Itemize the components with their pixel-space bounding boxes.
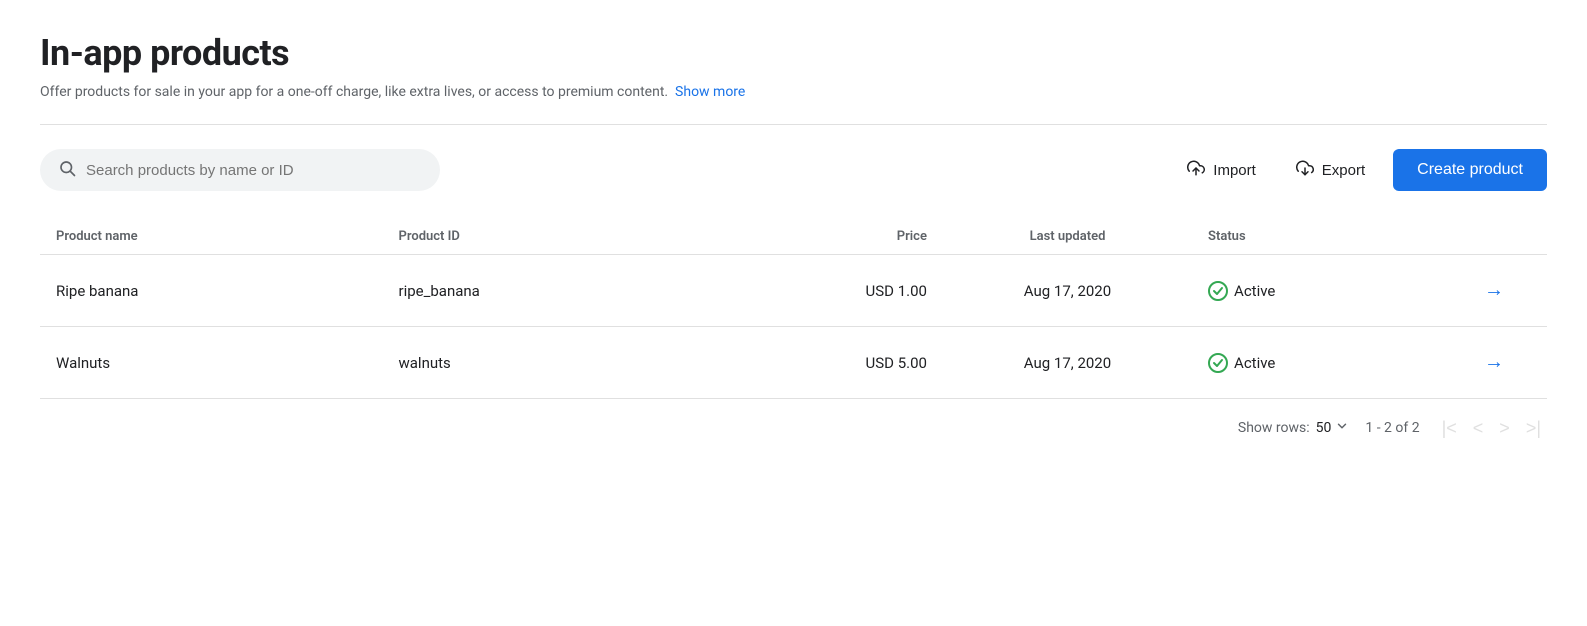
create-product-button[interactable]: Create product xyxy=(1393,149,1547,191)
export-label: Export xyxy=(1322,162,1365,179)
next-page-button[interactable]: > xyxy=(1493,415,1516,441)
last-page-button[interactable]: >| xyxy=(1520,415,1547,441)
search-input[interactable] xyxy=(86,162,422,179)
table-header-row: Product name Product ID Price Last updat… xyxy=(40,219,1547,255)
col-header-status: Status xyxy=(1192,219,1441,255)
toolbar: Import Export Create product xyxy=(40,149,1547,191)
row-arrow-button[interactable]: → xyxy=(1476,275,1512,306)
search-icon xyxy=(58,159,76,181)
product-updated: Aug 17, 2020 xyxy=(943,255,1192,327)
row-action[interactable]: → xyxy=(1441,327,1547,399)
table-footer: Show rows: 50 1 - 2 of 2 |< < > >| xyxy=(40,399,1547,441)
table-row: Walnuts walnuts USD 5.00 Aug 17, 2020 Ac… xyxy=(40,327,1547,399)
arrow-right-icon: → xyxy=(1484,351,1504,373)
prev-page-button[interactable]: < xyxy=(1467,415,1490,441)
show-rows-label: Show rows: xyxy=(1238,420,1310,436)
import-icon xyxy=(1187,159,1205,181)
rows-per-page-select[interactable]: 50 xyxy=(1316,419,1350,437)
section-divider xyxy=(40,124,1547,125)
status-label: Active xyxy=(1234,354,1275,372)
products-table: Product name Product ID Price Last updat… xyxy=(40,219,1547,399)
first-page-button[interactable]: |< xyxy=(1436,415,1463,441)
status-label: Active xyxy=(1234,282,1275,300)
col-header-price: Price xyxy=(725,219,943,255)
show-more-link[interactable]: Show more xyxy=(675,84,745,100)
row-action[interactable]: → xyxy=(1441,255,1547,327)
col-header-updated: Last updated xyxy=(943,219,1192,255)
product-name: Walnuts xyxy=(40,327,383,399)
product-price: USD 5.00 xyxy=(725,327,943,399)
product-id: ripe_banana xyxy=(383,255,726,327)
show-rows-control: Show rows: 50 xyxy=(1238,419,1349,437)
active-status-icon xyxy=(1208,281,1228,301)
dropdown-icon xyxy=(1335,419,1349,437)
product-id: walnuts xyxy=(383,327,726,399)
col-header-name: Product name xyxy=(40,219,383,255)
col-header-id: Product ID xyxy=(383,219,726,255)
page-subtitle: Offer products for sale in your app for … xyxy=(40,84,1547,100)
import-button[interactable]: Import xyxy=(1175,151,1268,189)
product-price: USD 1.00 xyxy=(725,255,943,327)
product-status: Active xyxy=(1192,327,1441,399)
product-updated: Aug 17, 2020 xyxy=(943,327,1192,399)
table-row: Ripe banana ripe_banana USD 1.00 Aug 17,… xyxy=(40,255,1547,327)
rows-value: 50 xyxy=(1316,420,1332,436)
pagination-controls: |< < > >| xyxy=(1436,415,1547,441)
search-box[interactable] xyxy=(40,149,440,191)
export-button[interactable]: Export xyxy=(1284,151,1377,189)
import-label: Import xyxy=(1213,162,1256,179)
product-status: Active xyxy=(1192,255,1441,327)
page-title: In-app products xyxy=(40,32,1547,74)
arrow-right-icon: → xyxy=(1484,279,1504,301)
product-name: Ripe banana xyxy=(40,255,383,327)
export-icon xyxy=(1296,159,1314,181)
col-header-action xyxy=(1441,219,1547,255)
pagination-info: 1 - 2 of 2 xyxy=(1365,420,1419,436)
active-status-icon xyxy=(1208,353,1228,373)
row-arrow-button[interactable]: → xyxy=(1476,347,1512,378)
